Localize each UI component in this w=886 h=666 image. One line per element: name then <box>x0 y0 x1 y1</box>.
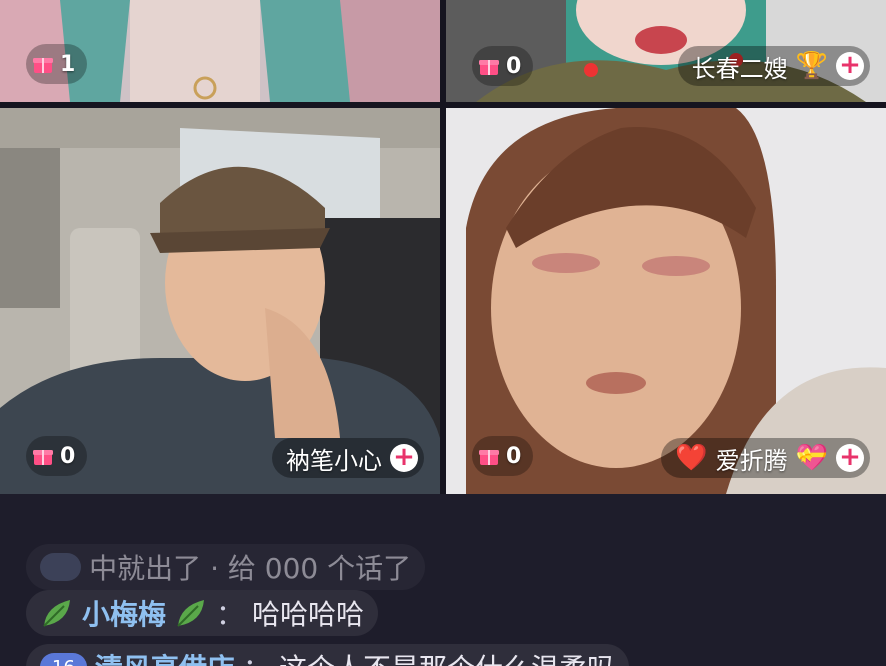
chat-sender[interactable]: 小梅梅 <box>82 593 166 633</box>
gift-counter[interactable]: 0 <box>472 436 534 476</box>
streamer-name: 长春二嫂 <box>691 54 788 83</box>
gift-count: 0 <box>60 443 76 469</box>
video-tile-3[interactable]: 0 衲笔小心 + <box>0 108 440 494</box>
user-level: 16 <box>52 657 75 666</box>
video-grid: 1 0 长春二嫂 🏆 + 0 衲笔小心 + 0 ❤️ 爱折腾 💝 + <box>0 0 886 494</box>
gift-counter[interactable]: 1 <box>26 44 88 84</box>
video-tile-4[interactable]: 0 ❤️ 爱折腾 💝 + <box>446 108 886 494</box>
follow-button[interactable]: + <box>836 444 864 472</box>
chat-message: 16 清风亮借店 ： 这个人不是那个什么温柔吗 <box>26 644 629 666</box>
gift-heart-icon: 💝 <box>795 443 828 473</box>
chat-colon: ： <box>216 598 245 631</box>
gift-icon <box>479 60 499 75</box>
follow-button[interactable]: + <box>836 52 864 80</box>
gift-counter[interactable]: 0 <box>472 46 534 86</box>
streamer-name: 衲笔小心 <box>286 446 382 475</box>
chat-sender[interactable]: 清风亮借店 <box>95 647 235 666</box>
chat-message: 中就出了 · 给 000 个话了 <box>26 544 426 590</box>
leaf-icon <box>177 600 205 627</box>
chat-panel[interactable]: 中就出了 · 给 000 个话了 小梅梅 ： 哈哈哈哈 16 清风亮借店 ： 这… <box>0 494 886 666</box>
chat-message: 小梅梅 ： 哈哈哈哈 <box>26 590 379 636</box>
streamer-name-tag[interactable]: 长春二嫂 🏆 + <box>677 46 870 86</box>
streamer-name-tag[interactable]: 衲笔小心 + <box>272 438 424 478</box>
gift-counter[interactable]: 0 <box>26 436 88 476</box>
gift-count: 0 <box>506 53 522 79</box>
streamer-name-tag[interactable]: ❤️ 爱折腾 💝 + <box>661 438 870 478</box>
streamer-name: 爱折腾 <box>715 446 788 475</box>
user-level-badge: 16 <box>40 653 87 666</box>
chat-message-text: 中就出了 · 给 000 个话了 <box>89 552 412 585</box>
chat-message-text: 这个人不是那个什么温柔吗 <box>279 647 615 666</box>
follow-button[interactable]: + <box>390 444 418 472</box>
gift-icon <box>33 450 53 465</box>
heart-icon: ❤️ <box>675 443 708 473</box>
gift-count: 1 <box>60 51 76 77</box>
gift-count: 0 <box>506 443 522 469</box>
chat-message-text: 哈哈哈哈 <box>252 598 365 631</box>
video-tile-1[interactable]: 1 <box>0 0 440 102</box>
leaf-icon <box>43 600 70 627</box>
user-level-badge <box>40 553 82 581</box>
gift-icon <box>33 58 53 73</box>
chat-colon: ： <box>243 647 271 666</box>
gift-icon <box>479 450 499 465</box>
video-tile-2[interactable]: 0 长春二嫂 🏆 + <box>446 0 886 102</box>
trophy-icon: 🏆 <box>795 51 828 81</box>
